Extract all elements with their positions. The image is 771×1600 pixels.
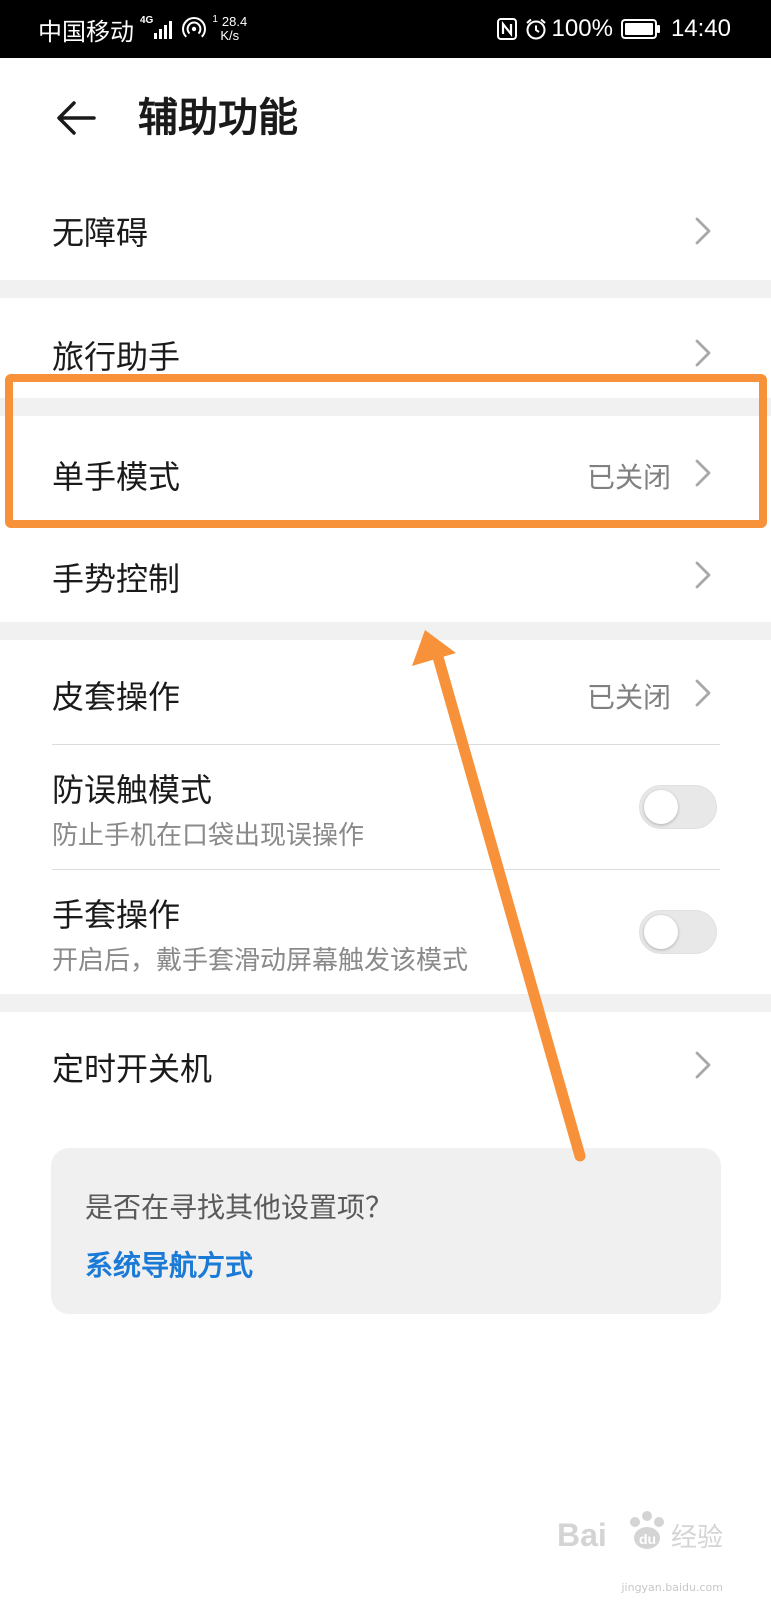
svg-text:du: du bbox=[639, 1531, 656, 1547]
glove-mode-toggle[interactable] bbox=[639, 910, 717, 954]
row-value: 已关闭 bbox=[586, 461, 671, 494]
hotspot-count: 1 bbox=[212, 14, 218, 25]
battery-icon bbox=[620, 19, 660, 39]
row-travel-assistant[interactable]: 旅行助手 bbox=[0, 298, 771, 398]
suggestion-question: 是否在寻找其他设置项？ bbox=[85, 1191, 394, 1224]
header: 辅助功能 bbox=[0, 58, 771, 180]
accidental-touch-toggle[interactable] bbox=[639, 785, 717, 829]
section-gap bbox=[0, 398, 771, 416]
row-value: 已关闭 bbox=[586, 681, 671, 714]
net-speed-unit: K/s bbox=[220, 28, 240, 43]
carrier-name: 中国移动 bbox=[38, 18, 134, 46]
section-gap bbox=[0, 622, 771, 640]
row-sub: 开启后，戴手套滑动屏幕触发该模式 bbox=[52, 946, 469, 976]
row-label: 定时开关机 bbox=[52, 1050, 213, 1088]
page-title: 辅助功能 bbox=[138, 95, 298, 141]
section-gap bbox=[0, 280, 771, 298]
battery-percent: 100% bbox=[551, 15, 613, 42]
row-gesture-control[interactable]: 手势控制 bbox=[0, 526, 771, 622]
row-glove-mode: 手套操作 开启后，戴手套滑动屏幕触发该模式 bbox=[0, 870, 771, 994]
settings-screen: 中国移动 4G 1 28.4 K/s 100% 14:40 辅助功能 无障碍 旅… bbox=[0, 0, 771, 1600]
svg-text:经验: 经验 bbox=[671, 1523, 723, 1553]
toggle-knob bbox=[644, 790, 678, 824]
status-bar: 中国移动 4G 1 28.4 K/s 100% 14:40 bbox=[0, 0, 771, 58]
chevron-right-icon bbox=[695, 561, 711, 589]
back-arrow-icon[interactable] bbox=[52, 94, 100, 142]
row-label: 无障碍 bbox=[52, 214, 149, 252]
status-right: 100% 14:40 bbox=[496, 12, 731, 46]
status-left: 中国移动 4G 1 28.4 K/s bbox=[38, 12, 247, 46]
system-navigation-link[interactable]: 系统导航方式 bbox=[85, 1244, 253, 1284]
chevron-right-icon bbox=[695, 339, 711, 367]
chevron-right-icon bbox=[695, 1051, 711, 1079]
chevron-right-icon bbox=[695, 217, 711, 245]
hotspot-icon bbox=[182, 17, 207, 38]
suggestion-card: 是否在寻找其他设置项？ 系统导航方式 bbox=[51, 1148, 721, 1314]
row-label: 皮套操作 bbox=[52, 678, 181, 716]
net-speed-value: 28.4 bbox=[221, 14, 248, 29]
network-type: 4G bbox=[140, 14, 154, 26]
net-speed: 1 28.4 K/s bbox=[212, 14, 248, 43]
chevron-right-icon bbox=[695, 459, 711, 487]
signal-icon bbox=[154, 19, 174, 39]
row-one-hand-mode[interactable]: 单手模式 已关闭 bbox=[0, 416, 771, 526]
section-gap bbox=[0, 994, 771, 1012]
row-label: 旅行助手 bbox=[52, 338, 181, 376]
row-label: 单手模式 bbox=[52, 458, 181, 496]
row-flip-cover[interactable]: 皮套操作 已关闭 bbox=[0, 640, 771, 744]
row-label: 防误触模式 bbox=[52, 771, 213, 809]
clock: 14:40 bbox=[670, 15, 731, 42]
row-accidental-touch: 防误触模式 防止手机在口袋出现误操作 bbox=[0, 745, 771, 869]
chevron-right-icon bbox=[695, 679, 711, 707]
row-label: 手势控制 bbox=[52, 560, 181, 598]
row-accessibility[interactable]: 无障碍 bbox=[0, 180, 771, 280]
baidu-watermark: Bai du 经验 bbox=[557, 1511, 723, 1553]
row-sub: 防止手机在口袋出现误操作 bbox=[52, 821, 365, 851]
nfc-icon bbox=[496, 18, 517, 40]
toggle-knob bbox=[644, 915, 678, 949]
watermark-site: jingyan.baidu.com bbox=[621, 1581, 723, 1594]
row-scheduled-power[interactable]: 定时开关机 bbox=[0, 1012, 771, 1116]
alarm-icon bbox=[525, 18, 546, 40]
row-label: 手套操作 bbox=[52, 896, 181, 934]
svg-text:Bai: Bai bbox=[557, 1517, 607, 1553]
